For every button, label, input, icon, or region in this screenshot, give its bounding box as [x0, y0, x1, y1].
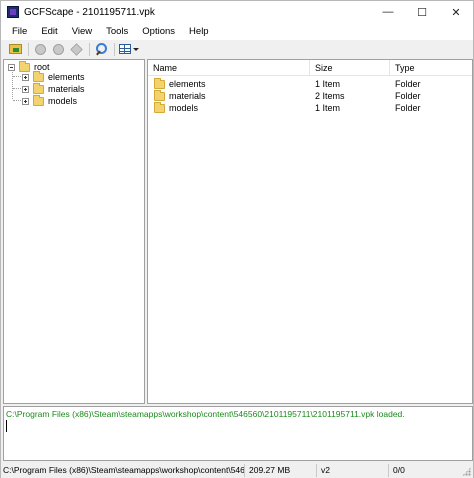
- item-name: materials: [169, 91, 206, 101]
- view-mode-icon: [119, 44, 131, 54]
- menu-options[interactable]: Options: [135, 23, 182, 40]
- tree-item-materials[interactable]: materials: [22, 82, 85, 95]
- console-log[interactable]: C:\Program Files (x86)\Steam\steamapps\w…: [3, 406, 473, 461]
- list-header: Name Size Type: [148, 60, 472, 76]
- extract-icon: [69, 42, 83, 56]
- tree-connector: [12, 70, 13, 99]
- status-bar: C:\Program Files (x86)\Steam\steamapps\w…: [1, 463, 473, 478]
- column-header-size[interactable]: Size: [310, 60, 390, 76]
- expand-icon[interactable]: [22, 73, 29, 81]
- item-size: 1 Item: [315, 79, 341, 89]
- item-type: Folder: [395, 91, 421, 101]
- folder-icon: [154, 77, 165, 89]
- collapse-icon[interactable]: [8, 63, 15, 71]
- list-item[interactable]: elements 1 Item Folder: [148, 77, 472, 90]
- back-icon: [34, 43, 46, 55]
- view-mode-button[interactable]: [118, 42, 140, 56]
- forward-button[interactable]: [50, 42, 66, 56]
- text-caret: [6, 420, 7, 432]
- name-cell: materials: [148, 89, 310, 102]
- status-size: 209.27 MB: [245, 464, 317, 477]
- title-bar[interactable]: GCFScape - 2101195711.vpk — ☐ ✕: [1, 1, 473, 23]
- open-icon: [8, 44, 22, 54]
- item-size: 2 Items: [315, 91, 345, 101]
- name-cell: models: [148, 101, 310, 114]
- menu-bar: File Edit View Tools Options Help: [1, 23, 473, 40]
- folder-icon: [154, 89, 165, 101]
- window-title: GCFScape - 2101195711.vpk: [24, 6, 155, 18]
- toolbar-separator: [114, 42, 115, 56]
- app-window: GCFScape - 2101195711.vpk — ☐ ✕ File Edi…: [0, 0, 474, 478]
- status-count: 0/0: [393, 465, 405, 475]
- chevron-down-icon: [133, 47, 139, 51]
- menu-view[interactable]: View: [65, 23, 99, 40]
- back-button[interactable]: [32, 42, 48, 56]
- tree-item-label: materials: [48, 84, 85, 94]
- extract-button[interactable]: [68, 42, 84, 56]
- item-name: elements: [169, 79, 206, 89]
- tree-item-label: elements: [48, 72, 85, 82]
- name-cell: elements: [148, 77, 310, 90]
- expand-icon[interactable]: [22, 97, 29, 105]
- toolbar-separator: [28, 42, 29, 56]
- resize-grip-icon[interactable]: [462, 467, 471, 476]
- folder-icon: [154, 101, 165, 113]
- status-path: C:\Program Files (x86)\Steam\steamapps\w…: [3, 464, 245, 477]
- close-button[interactable]: ✕: [439, 1, 473, 23]
- status-version: v2: [317, 464, 389, 477]
- item-type: Folder: [395, 103, 421, 113]
- list-item[interactable]: materials 2 Items Folder: [148, 89, 472, 102]
- file-list[interactable]: Name Size Type elements 1 Item Folder ma…: [147, 59, 473, 404]
- toolbar-separator: [89, 42, 90, 56]
- find-icon: [95, 43, 107, 55]
- item-size: 1 Item: [315, 103, 341, 113]
- find-button[interactable]: [93, 42, 109, 56]
- forward-icon: [52, 43, 64, 55]
- open-button[interactable]: [7, 42, 23, 56]
- folder-icon: [33, 94, 44, 106]
- maximize-button[interactable]: ☐: [405, 1, 439, 23]
- log-line: C:\Program Files (x86)\Steam\steamapps\w…: [6, 409, 405, 419]
- tree-item-models[interactable]: models: [22, 94, 78, 107]
- minimize-button[interactable]: —: [371, 1, 405, 23]
- menu-edit[interactable]: Edit: [34, 23, 64, 40]
- tree-item-elements[interactable]: elements: [22, 70, 85, 83]
- folder-tree[interactable]: root elements materials models: [3, 59, 145, 404]
- column-header-name[interactable]: Name: [148, 60, 310, 76]
- list-item[interactable]: models 1 Item Folder: [148, 101, 472, 114]
- menu-help[interactable]: Help: [182, 23, 216, 40]
- gcfscape-app-icon[interactable]: [7, 6, 19, 18]
- menu-file[interactable]: File: [5, 23, 34, 40]
- folder-icon: [33, 70, 44, 82]
- item-type: Folder: [395, 79, 421, 89]
- column-header-type[interactable]: Type: [390, 60, 472, 76]
- tree-item-label: models: [48, 96, 78, 106]
- item-name: models: [169, 103, 199, 113]
- expand-icon[interactable]: [22, 85, 29, 93]
- toolbar: [1, 40, 473, 58]
- menu-tools[interactable]: Tools: [99, 23, 135, 40]
- folder-icon: [33, 82, 44, 94]
